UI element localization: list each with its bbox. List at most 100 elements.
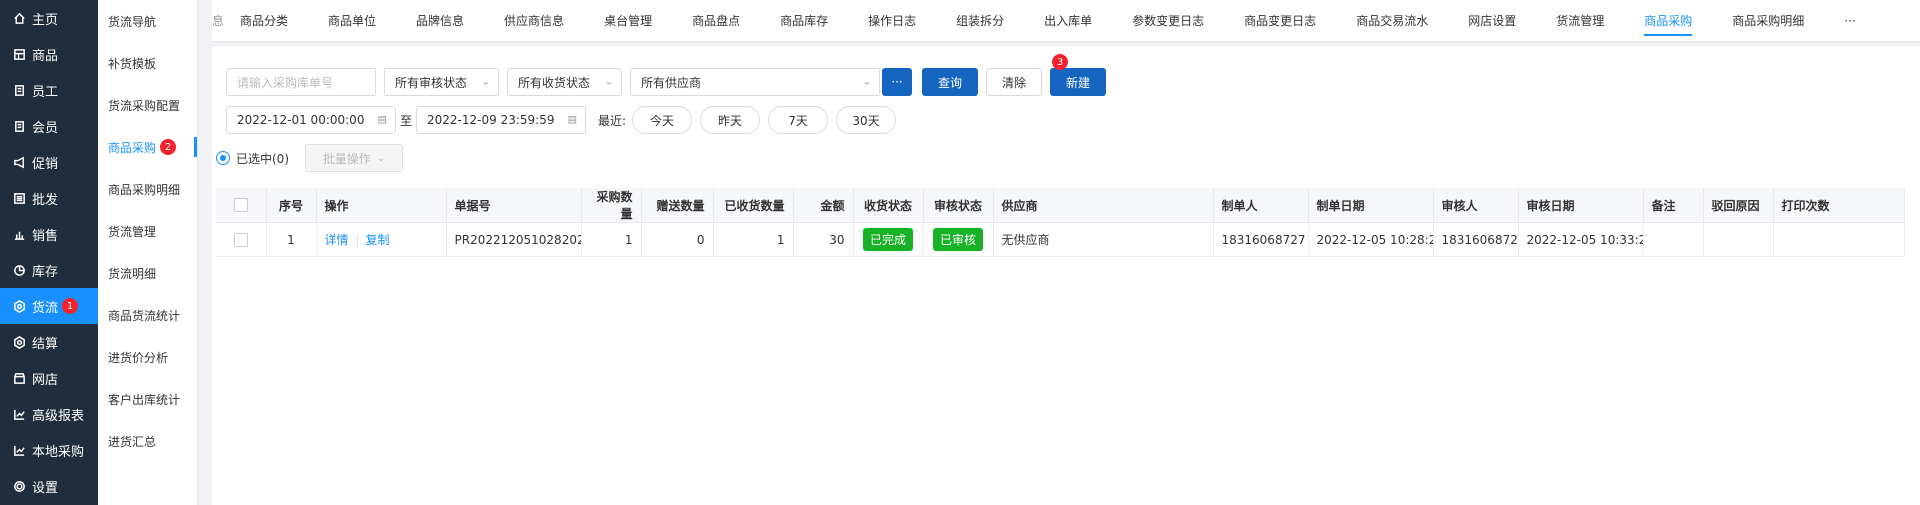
subnav-item-purchase-detail[interactable]: 商品采购明细 <box>98 168 197 210</box>
sidebar-item-member[interactable]: 会员 <box>0 108 98 144</box>
sidebar-item-report[interactable]: 高级报表 <box>0 396 98 432</box>
tab-shop-settings[interactable]: 网店设置 <box>1448 0 1536 41</box>
tab-in-out-orders[interactable]: 出入库单 <box>1024 0 1112 41</box>
table-row[interactable]: 1 详情复制 PR20221205102820264 1 0 1 30 已完成 … <box>216 222 1905 257</box>
subnav-label: 商品采购明细 <box>108 182 181 197</box>
tab-stock[interactable]: 商品库存 <box>760 0 848 41</box>
tab-table-manage[interactable]: 桌台管理 <box>584 0 672 41</box>
quick-yesterday-button[interactable]: 昨天 <box>700 106 761 134</box>
subnav-item-purchase-config[interactable]: 货流采购配置 <box>98 84 197 126</box>
receive-status-badge: 已完成 <box>862 228 913 251</box>
receive-status-select[interactable]: 所有收货状态 ⌄ <box>507 68 622 96</box>
tab-assembly[interactable]: 组装拆分 <box>936 0 1024 41</box>
table-header: 驳回原因 <box>1703 188 1774 223</box>
subnav-item-logistics-stats[interactable]: 商品货流统计 <box>98 294 197 336</box>
new-button[interactable]: 新建 3 <box>1050 54 1106 96</box>
tab-label: 商品采购明细 <box>1732 14 1805 28</box>
subnav-item-logistics-nav[interactable]: 货流导航 <box>98 0 197 42</box>
sidebar-item-staff[interactable]: 员工 <box>0 72 98 108</box>
subnav-label: 商品采购 <box>108 140 157 155</box>
main-content: 请输入采购库单号 所有审核状态 ⌄ 所有收货状态 ⌄ 所有供应商 ⌄ ··· 查… <box>212 46 1920 505</box>
sidebar-item-label: 设置 <box>32 480 59 496</box>
batch-operation-button[interactable]: 批量操作 ⌄ <box>305 144 403 172</box>
audit-status-select[interactable]: 所有审核状态 ⌄ <box>384 68 499 96</box>
tab-product-category[interactable]: 商品分类 <box>220 0 308 41</box>
chevron-down-icon: ⌄ <box>481 76 490 88</box>
table-header: 赠送数量 <box>641 188 714 223</box>
tab-label: 货流管理 <box>1556 14 1605 28</box>
subnav-item-purchase-summary[interactable]: 进货汇总 <box>98 420 197 462</box>
supplier-select[interactable]: 所有供应商 ⌄ <box>630 68 880 96</box>
date-to-input[interactable]: 2022-12-09 23:59:59 ▤ <box>416 106 587 134</box>
subnav-item-restock-template[interactable]: 补货模板 <box>98 42 197 84</box>
date-range-separator: 至 <box>400 113 413 128</box>
detail-link[interactable]: 详情 <box>325 233 349 247</box>
sidebar-item-shop[interactable]: 网店 <box>0 360 98 396</box>
tab-more-button[interactable]: ··· <box>1824 0 1875 41</box>
date-from-input[interactable]: 2022-12-01 00:00:00 ▤ <box>226 106 396 134</box>
sidebar-item-home[interactable]: 主页 <box>0 0 98 36</box>
tab-operation-log[interactable]: 操作日志 <box>848 0 936 41</box>
header-checkbox-cell <box>216 188 267 223</box>
copy-link[interactable]: 复制 <box>366 233 390 247</box>
cell-index: 1 <box>266 222 317 257</box>
subnav-item-product-purchase[interactable]: 商品采购 2 <box>98 126 197 168</box>
quick-7days-button[interactable]: 7天 <box>768 106 829 134</box>
subnav-label: 商品货流统计 <box>108 308 181 323</box>
subnav-item-customer-outbound[interactable]: 客户出库统计 <box>98 378 197 420</box>
cell-create-date: 2022-12-05 10:28:20 <box>1308 222 1434 257</box>
sidebar-item-label: 会员 <box>32 120 59 136</box>
purchase-table: 序号 操作 单据号 采购数量 赠送数量 已收货数量 金额 收货状态 审核状态 供… <box>216 188 1905 257</box>
sub-navigation: 货流导航 补货模板 货流采购配置 商品采购 2 商品采购明细 货流管理 货流明细… <box>98 0 198 505</box>
tab-product-change-log[interactable]: 商品变更日志 <box>1224 0 1336 41</box>
more-icon: ··· <box>1844 13 1856 28</box>
batch-operation-label: 批量操作 <box>322 151 371 166</box>
logistics-badge: 1 <box>62 298 79 314</box>
tab-logistics-manage[interactable]: 货流管理 <box>1536 0 1624 41</box>
tab-stocktake[interactable]: 商品盘点 <box>672 0 760 41</box>
sidebar-item-label: 促销 <box>32 156 59 172</box>
subnav-item-logistics-manage[interactable]: 货流管理 <box>98 210 197 252</box>
tab-label: 商品交易流水 <box>1356 14 1429 28</box>
new-button-badge: 3 <box>1052 54 1068 70</box>
tab-label: 商品库存 <box>780 14 829 28</box>
tab-brand-info[interactable]: 品牌信息 <box>396 0 484 41</box>
subnav-label: 客户出库统计 <box>108 392 181 407</box>
sidebar-item-promotion[interactable]: 促销 <box>0 144 98 180</box>
order-no-input[interactable]: 请输入采购库单号 <box>226 68 376 96</box>
tab-param-log[interactable]: 参数变更日志 <box>1112 0 1224 41</box>
quick-30days-button[interactable]: 30天 <box>836 106 897 134</box>
tab-product-unit[interactable]: 商品单位 <box>308 0 396 41</box>
row-checkbox[interactable] <box>233 232 248 247</box>
cell-print-count <box>1773 222 1905 257</box>
subnav-item-price-analysis[interactable]: 进货价分析 <box>98 336 197 378</box>
new-button-label: 新建 <box>1065 75 1090 90</box>
sidebar-item-wholesale[interactable]: 批发 <box>0 180 98 216</box>
tab-transaction-flow[interactable]: 商品交易流水 <box>1336 0 1448 41</box>
action-divider <box>356 234 358 247</box>
subnav-item-logistics-detail[interactable]: 货流明细 <box>98 252 197 294</box>
query-button[interactable]: 查询 <box>922 68 978 96</box>
sidebar-item-label: 员工 <box>32 84 59 100</box>
supplier-more-button[interactable]: ··· <box>882 68 912 96</box>
tab-label: 商品变更日志 <box>1244 14 1317 28</box>
tab-purchase-detail[interactable]: 商品采购明细 <box>1712 0 1824 41</box>
receive-status-value: 所有收货状态 <box>518 75 591 90</box>
tab-label: 品牌信息 <box>416 14 465 28</box>
sidebar-item-product[interactable]: 商品 <box>0 36 98 72</box>
sidebar-item-settings[interactable]: 设置 <box>0 468 98 504</box>
sidebar-item-logistics[interactable]: 货流 1 <box>0 288 98 324</box>
tab-label: 网店设置 <box>1468 14 1517 28</box>
subnav-label: 货流明细 <box>108 266 157 281</box>
tab-product-purchase[interactable]: 商品采购 <box>1624 0 1712 41</box>
clear-button[interactable]: 清除 <box>986 68 1042 96</box>
selected-radio[interactable] <box>216 151 230 165</box>
select-all-checkbox[interactable] <box>233 198 248 213</box>
sidebar-item-inventory[interactable]: 库存 <box>0 252 98 288</box>
sidebar-item-sales[interactable]: 销售 <box>0 216 98 252</box>
supplier-value: 所有供应商 <box>641 75 702 90</box>
sidebar-item-local-purchase[interactable]: 本地采购 <box>0 432 98 468</box>
sidebar-item-settle[interactable]: 结算 <box>0 324 98 360</box>
quick-today-button[interactable]: 今天 <box>632 106 693 134</box>
tab-supplier-info[interactable]: 供应商信息 <box>484 0 584 41</box>
